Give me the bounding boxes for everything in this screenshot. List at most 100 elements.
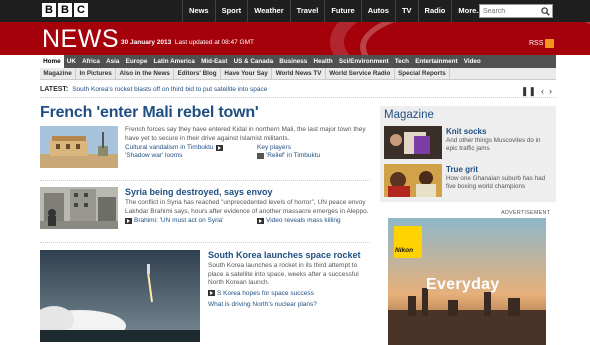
rocket-story-body: South Korea launches space rocket South …	[208, 250, 370, 308]
top-nav-news[interactable]: News	[182, 0, 215, 22]
top-nav-sport[interactable]: Sport	[214, 0, 248, 22]
section-latin-america[interactable]: Latin America	[150, 55, 198, 68]
subnav-world-news-tv[interactable]: World News TV	[272, 68, 326, 79]
video-icon	[215, 144, 223, 151]
rocket-headline[interactable]: South Korea launches space rocket	[208, 250, 370, 260]
magazine-item[interactable]: Knit socks And other things Muscovites d…	[384, 126, 554, 160]
link-label: What is driving North's nuclear plans?	[208, 300, 317, 308]
lead-links-row: Cultural vandalism in Timbuktu Key playe…	[125, 144, 370, 151]
syria-story-image[interactable]	[40, 187, 118, 229]
ticker-headline[interactable]: South Korea's rocket blasts off on third…	[72, 86, 267, 93]
syria-headline[interactable]: Syria being destroyed, says envoy	[125, 187, 370, 197]
section-europe[interactable]: Europe	[123, 55, 151, 68]
rss-link[interactable]: RSS	[529, 39, 555, 48]
lead-summary: French forces say they have entered Kida…	[125, 126, 366, 142]
section-nav: Home UK Africa Asia Europe Latin America…	[40, 55, 556, 68]
magazine-item-headline[interactable]: Knit socks	[446, 127, 486, 136]
search-input[interactable]	[480, 5, 538, 17]
subnav-also-in-news[interactable]: Also in the News	[116, 68, 175, 79]
sub-nav: Magazine In Pictures Also in the News Ed…	[40, 68, 556, 80]
link-label: 'Shadow war' looms	[125, 152, 183, 159]
true-grit-image	[384, 164, 442, 197]
subnav-world-service-radio[interactable]: World Service Radio	[326, 68, 395, 79]
section-mid-east[interactable]: Mid-East	[198, 55, 230, 68]
chevron-left-icon[interactable]: ‹	[541, 86, 544, 96]
top-bar: B B C News Sport Weather Travel Future A…	[0, 0, 590, 22]
search-box	[479, 4, 553, 18]
magazine-panel: Magazine Knit socks And other things Mus…	[380, 106, 556, 202]
rocket-story-image[interactable]	[40, 250, 200, 342]
chevron-right-icon[interactable]: ›	[549, 86, 552, 96]
bbc-logo[interactable]: B B C	[42, 3, 88, 17]
advertisement[interactable]: Nikon Everyday	[388, 218, 546, 345]
advert-slogan: Everyday	[426, 276, 500, 293]
lead-headline[interactable]: French 'enter Mali rebel town'	[40, 104, 259, 122]
rss-icon	[545, 39, 555, 48]
lead-link-3[interactable]: 'Shadow war' looms	[125, 152, 243, 159]
news-title[interactable]: NEWS	[42, 25, 119, 54]
rocket-summary: South Korea launches a rocket in its thi…	[208, 262, 359, 286]
video-icon	[257, 217, 264, 224]
advertisement-label: ADVERTISEMENT	[501, 210, 551, 216]
syria-link-2[interactable]: Video reveals mass killing	[257, 217, 341, 224]
magazine-title[interactable]: Magazine	[384, 109, 434, 121]
banner-date-line: 30 January 2013 Last updated at 08:47 GM…	[121, 39, 254, 46]
section-home[interactable]: Home	[40, 55, 64, 68]
section-us-canada[interactable]: US & Canada	[230, 55, 276, 68]
top-nav-weather[interactable]: Weather	[247, 0, 289, 22]
top-nav-autos[interactable]: Autos	[360, 0, 395, 22]
rocket-link-2[interactable]: What is driving North's nuclear plans?	[208, 301, 370, 308]
syria-link-1[interactable]: Brahimi: 'UN must act on Syria'	[125, 217, 243, 224]
subnav-magazine[interactable]: Magazine	[40, 68, 77, 79]
section-uk[interactable]: UK	[64, 55, 79, 68]
top-nav-future[interactable]: Future	[324, 0, 360, 22]
rss-label: RSS	[529, 40, 544, 47]
link-label: Cultural vandalism in Timbuktu	[125, 144, 214, 151]
ticker-label: LATEST:	[40, 86, 69, 93]
pause-icon[interactable]: ❚❚	[521, 86, 536, 96]
section-africa[interactable]: Africa	[79, 55, 103, 68]
top-nav-radio[interactable]: Radio	[417, 0, 452, 22]
link-label: Video reveals mass killing	[266, 217, 341, 224]
link-label: Key players	[257, 144, 291, 151]
section-asia[interactable]: Asia	[103, 55, 123, 68]
logo-letter: C	[74, 3, 88, 17]
top-nav-travel[interactable]: Travel	[289, 0, 325, 22]
top-nav: News Sport Weather Travel Future Autos T…	[182, 0, 489, 22]
lead-story-image[interactable]	[40, 126, 118, 168]
nikon-brand: Nikon	[395, 247, 414, 254]
lead-link-1[interactable]: Cultural vandalism in Timbuktu	[125, 144, 243, 151]
lead-story: French forces say they have entered Kida…	[40, 126, 370, 174]
banner-date: 30 January 2013	[121, 39, 172, 46]
subnav-in-pictures[interactable]: In Pictures	[76, 68, 117, 79]
syria-story-body: Syria being destroyed, says envoy The co…	[125, 187, 370, 224]
link-label: 'Relief' in Timbuktu	[266, 152, 321, 159]
audio-icon	[257, 152, 264, 159]
top-nav-tv[interactable]: TV	[394, 0, 418, 22]
subnav-special-reports[interactable]: Special Reports	[395, 68, 451, 79]
rocket-link-1[interactable]: S Korea hopes for space success	[208, 290, 370, 297]
subnav-editors-blog[interactable]: Editors' Blog	[174, 68, 221, 79]
section-health[interactable]: Health	[310, 55, 335, 68]
section-sci-environment[interactable]: Sci/Environment	[336, 55, 392, 68]
video-icon	[125, 217, 132, 224]
lead-link-2[interactable]: Key players	[257, 144, 291, 151]
lead-link-4[interactable]: 'Relief' in Timbuktu	[257, 152, 320, 159]
section-entertainment[interactable]: Entertainment	[412, 55, 461, 68]
link-label: S Korea hopes for space success	[217, 289, 314, 297]
magazine-item-text: How one Ghanaian suburb has had five box…	[446, 175, 546, 190]
section-business[interactable]: Business	[276, 55, 310, 68]
lead-links-row: 'Shadow war' looms 'Relief' in Timbuktu	[125, 152, 370, 159]
section-video[interactable]: Video	[461, 55, 484, 68]
magazine-item[interactable]: True grit How one Ghanaian suburb has ha…	[384, 164, 554, 198]
search-icon[interactable]	[541, 7, 550, 16]
syria-links-row: Brahimi: 'UN must act on Syria' Video re…	[125, 217, 370, 224]
magazine-item-headline[interactable]: True grit	[446, 165, 478, 174]
subnav-have-your-say[interactable]: Have Your Say	[221, 68, 273, 79]
story-divider	[40, 180, 370, 181]
ticker-controls: ❚❚ ‹ ›	[521, 86, 552, 96]
magazine-item-text: And other things Muscovites do in epic t…	[446, 137, 541, 152]
section-tech[interactable]: Tech	[392, 55, 412, 68]
banner-decoration	[360, 22, 590, 55]
latest-ticker: LATEST: South Korea's rocket blasts off …	[40, 86, 556, 98]
